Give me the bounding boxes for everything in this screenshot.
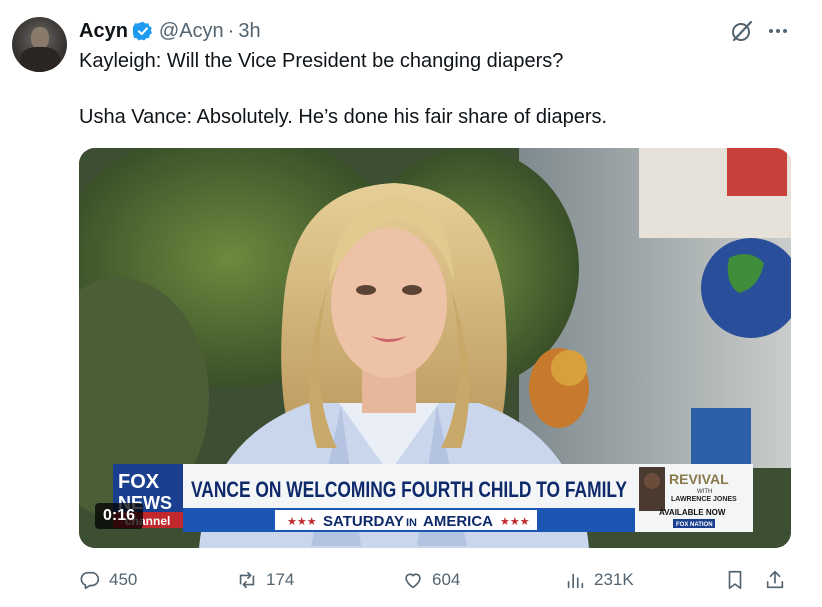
- reply-button[interactable]: 450: [79, 568, 137, 592]
- video-duration: 0:16: [95, 503, 144, 529]
- author-handle[interactable]: @Acyn: [159, 20, 224, 43]
- reply-count: 450: [109, 570, 138, 589]
- bookmark-icon: [728, 570, 742, 590]
- promo-with: WITH: [697, 489, 712, 495]
- bookmark-button[interactable]: [724, 568, 746, 592]
- timestamp-link[interactable]: 3h: [238, 20, 260, 43]
- heart-icon: [405, 573, 421, 589]
- grok-icon[interactable]: [730, 19, 754, 43]
- repost-button[interactable]: 174: [236, 568, 294, 592]
- repost-count: 174: [266, 570, 295, 589]
- video-frame: FOX NEWS channel VANCE ON WELCOMING FOUR…: [79, 148, 791, 548]
- chyron-headline: VANCE ON WELCOMING FOURTH CHILD TO FAMIL…: [191, 477, 627, 502]
- views-button[interactable]: 231K: [564, 568, 634, 592]
- like-button[interactable]: 604: [402, 568, 460, 592]
- promo-host: LAWRENCE JONES: [671, 496, 737, 503]
- more-options-icon[interactable]: [765, 18, 791, 44]
- fox-logo-top: FOX: [118, 471, 160, 493]
- separator-dot: ·: [227, 19, 235, 42]
- analytics-icon: [567, 573, 584, 589]
- tweet: Acyn @Acyn · 3h Kayleigh: Will the Vice …: [0, 0, 822, 607]
- author-name[interactable]: Acyn: [79, 20, 128, 43]
- avatar-head: [31, 27, 49, 49]
- view-count: 231K: [594, 570, 634, 589]
- action-bar: 450 174 604 231K: [0, 560, 822, 600]
- avatar-body: [20, 47, 60, 72]
- promo-available: AVAILABLE NOW: [659, 508, 726, 517]
- chyron-stars-right: ★★★: [500, 516, 530, 528]
- promo-brand: FOX NATION: [676, 522, 713, 528]
- share-button[interactable]: [764, 568, 786, 592]
- tweet-text-line-1: Kayleigh: Will the Vice President be cha…: [79, 50, 564, 72]
- chyron-in: IN: [406, 517, 417, 529]
- video-player[interactable]: FOX NEWS channel VANCE ON WELCOMING FOUR…: [79, 148, 791, 548]
- tweet-header: Acyn @Acyn · 3h: [79, 18, 261, 44]
- reply-icon: [80, 571, 100, 590]
- chyron-stars-left: ★★★: [287, 516, 317, 528]
- avatar[interactable]: [12, 17, 67, 72]
- chyron-america: AMERICA: [423, 513, 493, 530]
- share-icon: [766, 570, 784, 589]
- chyron-saturday: SATURDAY: [323, 513, 404, 530]
- like-count: 604: [432, 570, 461, 589]
- repost-icon: [239, 571, 255, 589]
- verified-badge-icon[interactable]: [132, 21, 153, 41]
- promo-title: REVIVAL: [669, 471, 729, 487]
- tweet-text-line-2: Usha Vance: Absolutely. He’s done his fa…: [79, 106, 608, 128]
